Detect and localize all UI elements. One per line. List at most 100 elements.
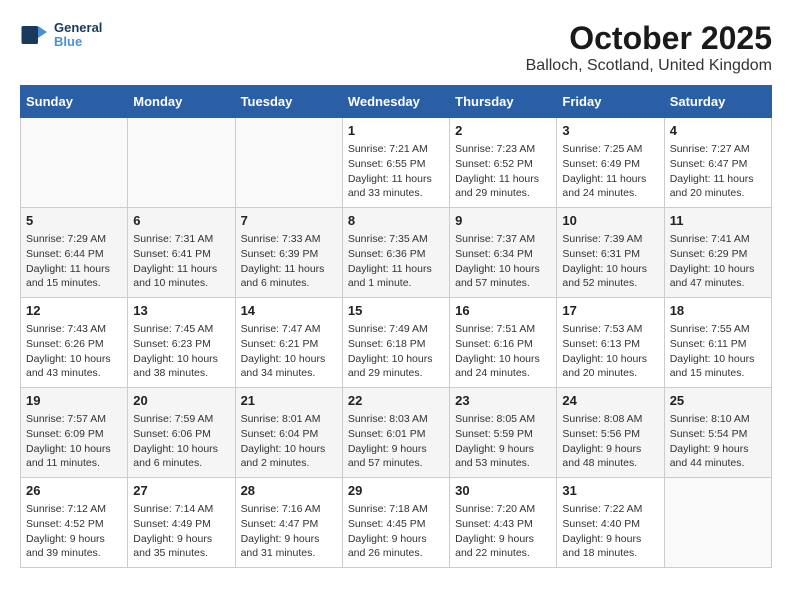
day-number: 15 xyxy=(348,302,444,320)
day-number: 24 xyxy=(562,392,658,410)
calendar-cell: 17 Sunrise: 7:53 AM Sunset: 6:13 PM Dayli… xyxy=(557,298,664,388)
day-info: Sunrise: 7:43 AM Sunset: 6:26 PM Dayligh… xyxy=(26,322,122,381)
logo-icon xyxy=(20,20,50,50)
day-header-tuesday: Tuesday xyxy=(235,86,342,118)
calendar-week-row: 1Sunrise: 7:21 AM Sunset: 6:55 PM Daylig… xyxy=(21,118,772,208)
calendar-cell: 5 Sunrise: 7:29 AM Sunset: 6:44 PM Daylig… xyxy=(21,208,128,298)
calendar-cell: 15 Sunrise: 7:49 AM Sunset: 6:18 PM Dayli… xyxy=(342,298,449,388)
day-info: Sunrise: 8:08 AM Sunset: 5:56 PM Dayligh… xyxy=(562,412,658,471)
day-info: Sunrise: 7:59 AM Sunset: 6:06 PM Dayligh… xyxy=(133,412,229,471)
title-section: October 2025 Balloch, Scotland, United K… xyxy=(526,20,772,75)
calendar-cell xyxy=(21,118,128,208)
calendar-cell: 29Sunrise: 7:18 AM Sunset: 4:45 PM Dayli… xyxy=(342,478,449,568)
calendar-cell: 21 Sunrise: 8:01 AM Sunset: 6:04 PM Dayli… xyxy=(235,388,342,478)
calendar-week-row: 5 Sunrise: 7:29 AM Sunset: 6:44 PM Daylig… xyxy=(21,208,772,298)
calendar-cell xyxy=(235,118,342,208)
day-info: Sunrise: 7:47 AM Sunset: 6:21 PM Dayligh… xyxy=(241,322,337,381)
day-number: 3 xyxy=(562,122,658,140)
day-number: 13 xyxy=(133,302,229,320)
calendar-cell: 12 Sunrise: 7:43 AM Sunset: 6:26 PM Dayli… xyxy=(21,298,128,388)
day-number: 14 xyxy=(241,302,337,320)
day-info: Sunrise: 7:16 AM Sunset: 4:47 PM Dayligh… xyxy=(241,502,337,561)
calendar-cell: 30Sunrise: 7:20 AM Sunset: 4:43 PM Dayli… xyxy=(450,478,557,568)
day-header-sunday: Sunday xyxy=(21,86,128,118)
day-number: 9 xyxy=(455,212,551,230)
day-info: Sunrise: 7:45 AM Sunset: 6:23 PM Dayligh… xyxy=(133,322,229,381)
day-info: Sunrise: 7:27 AM Sunset: 6:47 PM Dayligh… xyxy=(670,142,766,201)
calendar-cell: 4 Sunrise: 7:27 AM Sunset: 6:47 PM Daylig… xyxy=(664,118,771,208)
day-info: Sunrise: 7:29 AM Sunset: 6:44 PM Dayligh… xyxy=(26,232,122,291)
calendar-cell: 18 Sunrise: 7:55 AM Sunset: 6:11 PM Dayli… xyxy=(664,298,771,388)
calendar-cell: 23Sunrise: 8:05 AM Sunset: 5:59 PM Dayli… xyxy=(450,388,557,478)
calendar-cell: 6Sunrise: 7:31 AM Sunset: 6:41 PM Daylig… xyxy=(128,208,235,298)
day-number: 17 xyxy=(562,302,658,320)
calendar-table: SundayMondayTuesdayWednesdayThursdayFrid… xyxy=(20,85,772,568)
calendar-week-row: 26 Sunrise: 7:12 AM Sunset: 4:52 PM Dayli… xyxy=(21,478,772,568)
day-number: 25 xyxy=(670,392,766,410)
calendar-header-row: SundayMondayTuesdayWednesdayThursdayFrid… xyxy=(21,86,772,118)
day-number: 19 xyxy=(26,392,122,410)
day-info: Sunrise: 8:01 AM Sunset: 6:04 PM Dayligh… xyxy=(241,412,337,471)
day-number: 4 xyxy=(670,122,766,140)
logo: General Blue xyxy=(20,20,102,50)
day-info: Sunrise: 7:31 AM Sunset: 6:41 PM Dayligh… xyxy=(133,232,229,291)
day-info: Sunrise: 7:23 AM Sunset: 6:52 PM Dayligh… xyxy=(455,142,551,201)
day-number: 16 xyxy=(455,302,551,320)
day-info: Sunrise: 7:55 AM Sunset: 6:11 PM Dayligh… xyxy=(670,322,766,381)
calendar-cell: 9 Sunrise: 7:37 AM Sunset: 6:34 PM Daylig… xyxy=(450,208,557,298)
day-info: Sunrise: 7:12 AM Sunset: 4:52 PM Dayligh… xyxy=(26,502,122,561)
day-info: Sunrise: 7:33 AM Sunset: 6:39 PM Dayligh… xyxy=(241,232,337,291)
day-number: 10 xyxy=(562,212,658,230)
day-info: Sunrise: 7:35 AM Sunset: 6:36 PM Dayligh… xyxy=(348,232,444,291)
day-info: Sunrise: 7:53 AM Sunset: 6:13 PM Dayligh… xyxy=(562,322,658,381)
day-number: 18 xyxy=(670,302,766,320)
day-header-monday: Monday xyxy=(128,86,235,118)
day-header-friday: Friday xyxy=(557,86,664,118)
calendar-cell: 20Sunrise: 7:59 AM Sunset: 6:06 PM Dayli… xyxy=(128,388,235,478)
calendar-cell: 8 Sunrise: 7:35 AM Sunset: 6:36 PM Daylig… xyxy=(342,208,449,298)
calendar-cell: 3 Sunrise: 7:25 AM Sunset: 6:49 PM Daylig… xyxy=(557,118,664,208)
location: Balloch, Scotland, United Kingdom xyxy=(526,57,772,75)
calendar-cell: 22Sunrise: 8:03 AM Sunset: 6:01 PM Dayli… xyxy=(342,388,449,478)
calendar-week-row: 19 Sunrise: 7:57 AM Sunset: 6:09 PM Dayli… xyxy=(21,388,772,478)
month-title: October 2025 xyxy=(526,20,772,57)
day-number: 26 xyxy=(26,482,122,500)
day-info: Sunrise: 7:57 AM Sunset: 6:09 PM Dayligh… xyxy=(26,412,122,471)
calendar-cell: 25Sunrise: 8:10 AM Sunset: 5:54 PM Dayli… xyxy=(664,388,771,478)
day-info: Sunrise: 7:20 AM Sunset: 4:43 PM Dayligh… xyxy=(455,502,551,561)
calendar-cell xyxy=(664,478,771,568)
page-header: General Blue October 2025 Balloch, Scotl… xyxy=(20,20,772,75)
day-info: Sunrise: 7:49 AM Sunset: 6:18 PM Dayligh… xyxy=(348,322,444,381)
day-number: 2 xyxy=(455,122,551,140)
calendar-cell: 16 Sunrise: 7:51 AM Sunset: 6:16 PM Dayli… xyxy=(450,298,557,388)
day-number: 28 xyxy=(241,482,337,500)
calendar-cell: 27 Sunrise: 7:14 AM Sunset: 4:49 PM Dayli… xyxy=(128,478,235,568)
day-info: Sunrise: 7:25 AM Sunset: 6:49 PM Dayligh… xyxy=(562,142,658,201)
day-number: 5 xyxy=(26,212,122,230)
calendar-cell: 14 Sunrise: 7:47 AM Sunset: 6:21 PM Dayli… xyxy=(235,298,342,388)
day-number: 11 xyxy=(670,212,766,230)
day-info: Sunrise: 7:51 AM Sunset: 6:16 PM Dayligh… xyxy=(455,322,551,381)
day-header-wednesday: Wednesday xyxy=(342,86,449,118)
day-number: 21 xyxy=(241,392,337,410)
day-number: 8 xyxy=(348,212,444,230)
day-number: 12 xyxy=(26,302,122,320)
calendar-cell: 2 Sunrise: 7:23 AM Sunset: 6:52 PM Daylig… xyxy=(450,118,557,208)
calendar-week-row: 12 Sunrise: 7:43 AM Sunset: 6:26 PM Dayli… xyxy=(21,298,772,388)
day-info: Sunrise: 7:37 AM Sunset: 6:34 PM Dayligh… xyxy=(455,232,551,291)
calendar-cell: 24 Sunrise: 8:08 AM Sunset: 5:56 PM Dayli… xyxy=(557,388,664,478)
day-number: 7 xyxy=(241,212,337,230)
calendar-cell: 31Sunrise: 7:22 AM Sunset: 4:40 PM Dayli… xyxy=(557,478,664,568)
calendar-cell: 13 Sunrise: 7:45 AM Sunset: 6:23 PM Dayli… xyxy=(128,298,235,388)
day-info: Sunrise: 7:14 AM Sunset: 4:49 PM Dayligh… xyxy=(133,502,229,561)
day-info: Sunrise: 8:03 AM Sunset: 6:01 PM Dayligh… xyxy=(348,412,444,471)
day-info: Sunrise: 7:22 AM Sunset: 4:40 PM Dayligh… xyxy=(562,502,658,561)
calendar-cell: 11Sunrise: 7:41 AM Sunset: 6:29 PM Dayli… xyxy=(664,208,771,298)
day-number: 23 xyxy=(455,392,551,410)
calendar-cell: 7 Sunrise: 7:33 AM Sunset: 6:39 PM Daylig… xyxy=(235,208,342,298)
calendar-cell xyxy=(128,118,235,208)
calendar-cell: 1Sunrise: 7:21 AM Sunset: 6:55 PM Daylig… xyxy=(342,118,449,208)
day-info: Sunrise: 7:18 AM Sunset: 4:45 PM Dayligh… xyxy=(348,502,444,561)
calendar-cell: 26 Sunrise: 7:12 AM Sunset: 4:52 PM Dayli… xyxy=(21,478,128,568)
day-number: 27 xyxy=(133,482,229,500)
